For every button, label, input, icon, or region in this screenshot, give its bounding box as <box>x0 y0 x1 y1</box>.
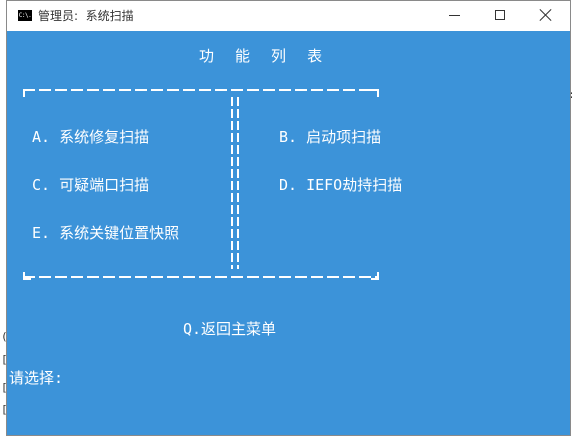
menu-option-a: A. 系统修复扫描 <box>32 128 150 146</box>
minimize-icon <box>449 15 460 16</box>
menu-heading: 功 能 列 表 <box>199 47 329 65</box>
maximize-icon <box>495 10 505 20</box>
frame-bottom-border <box>23 276 377 278</box>
window-title: 管理员: 系统扫描 <box>38 9 134 23</box>
menu-option-c: C. 可疑端口扫描 <box>32 176 150 194</box>
cmd-icon: C:\. <box>18 10 32 21</box>
close-icon <box>540 9 552 21</box>
minimize-button[interactable] <box>432 1 478 31</box>
frame-divider <box>231 97 233 269</box>
frame-top-border <box>23 89 377 91</box>
console-window: C:\. 管理员: 系统扫描 功 能 列 表 A. 系统修复扫描 B. 启动项扫… <box>6 0 571 436</box>
maximize-button[interactable] <box>478 1 524 31</box>
title-bar[interactable]: C:\. 管理员: 系统扫描 <box>7 1 570 31</box>
menu-option-b: B. 启动项扫描 <box>279 128 382 146</box>
close-button[interactable] <box>524 1 570 31</box>
menu-option-d: D. IEFO劫持扫描 <box>279 176 403 194</box>
menu-option-q: Q.返回主菜单 <box>183 320 277 338</box>
menu-option-e: E. 系统关键位置快照 <box>32 224 180 242</box>
input-prompt[interactable]: 请选择: <box>9 367 63 388</box>
frame-divider <box>237 97 239 269</box>
